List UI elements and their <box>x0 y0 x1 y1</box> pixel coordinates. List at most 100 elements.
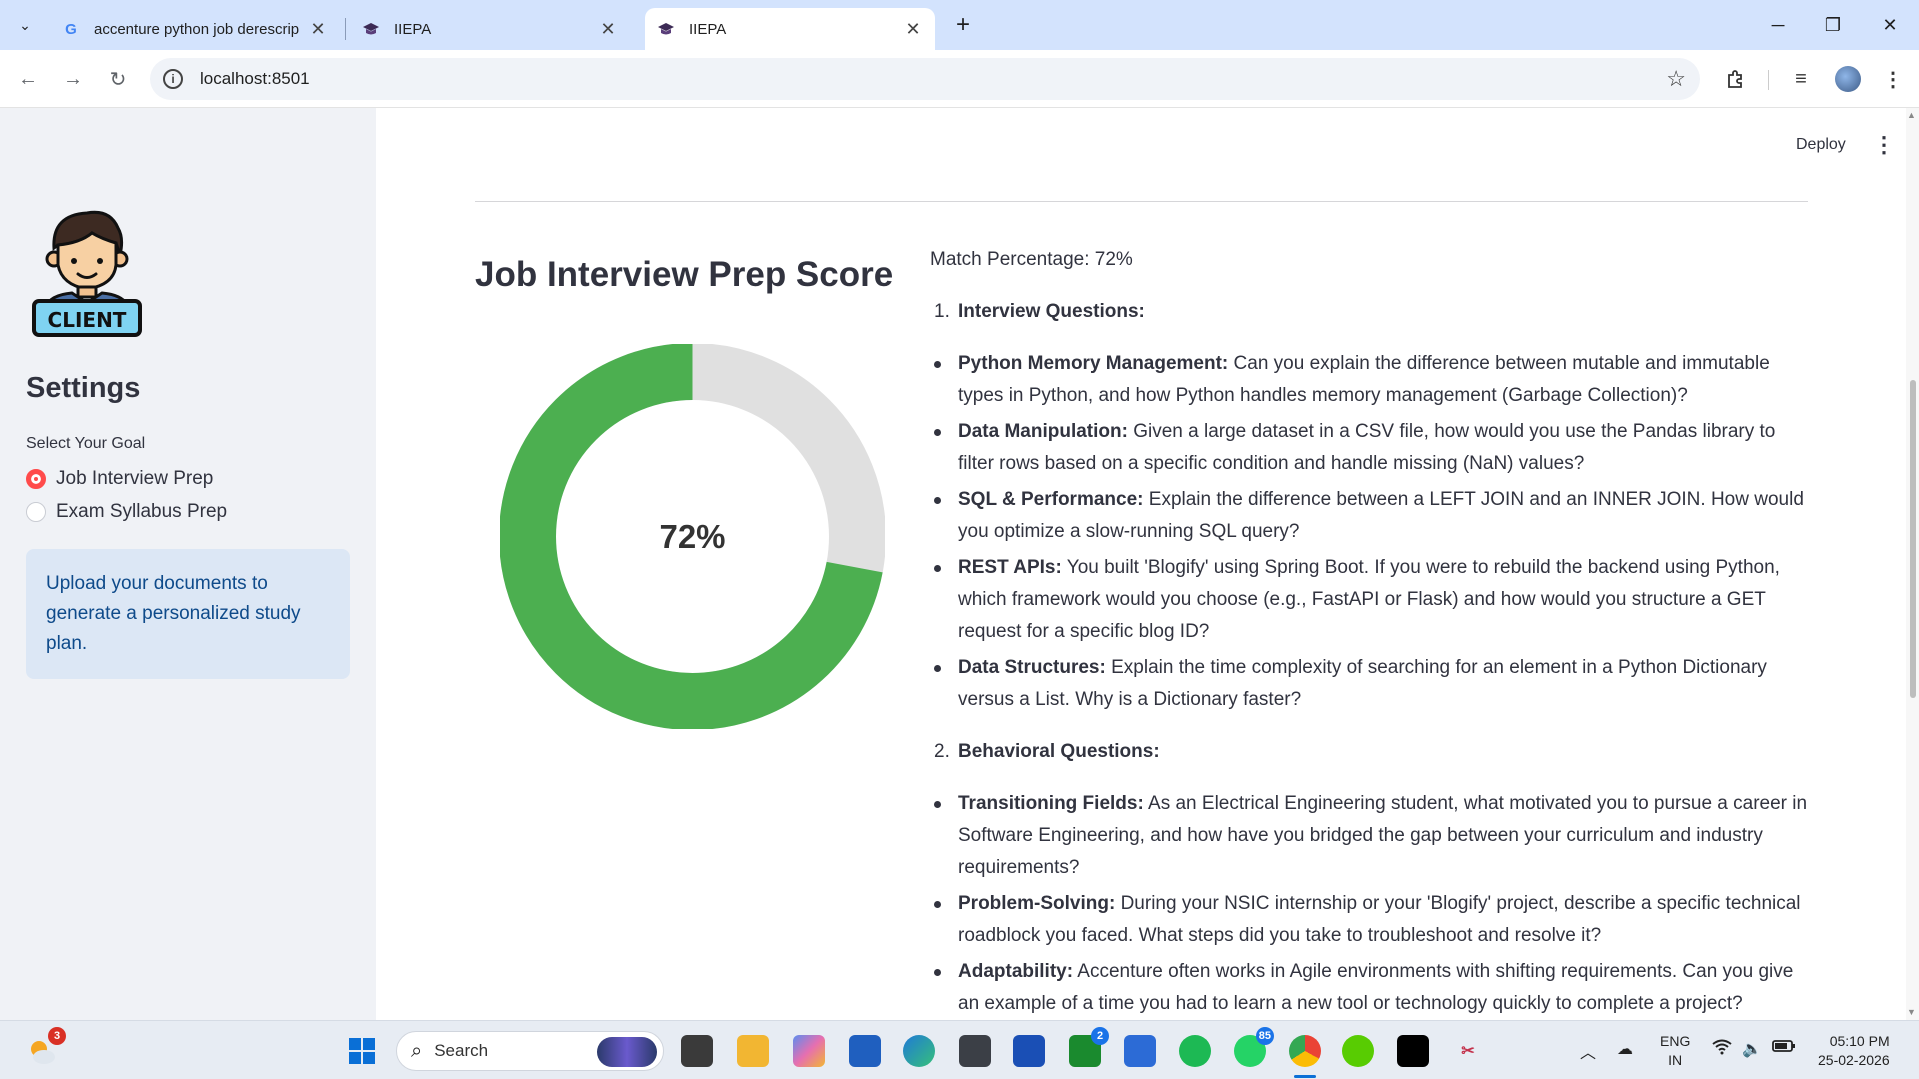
outlook-icon[interactable] <box>1124 1035 1156 1067</box>
language-indicator[interactable]: ENG IN <box>1660 1032 1690 1070</box>
settings-title: Settings <box>26 372 141 404</box>
volume-icon[interactable]: 🔈 <box>1742 1039 1762 1059</box>
whatsapp-icon[interactable]: 85 <box>1234 1027 1274 1067</box>
bookmark-star-icon[interactable]: ☆ <box>1666 66 1686 92</box>
browser-toolbar: ← → ↻ i localhost:8501 ☆ ≡ ⋮ <box>0 50 1919 108</box>
info-alert: Upload your documents to generate a pers… <box>26 549 350 679</box>
region-code: IN <box>1668 1052 1683 1068</box>
radio-selected-icon[interactable] <box>26 469 46 489</box>
weather-widget-icon[interactable]: 3 <box>26 1027 66 1067</box>
scroll-up-arrow-icon[interactable]: ▲ <box>1907 110 1916 120</box>
chrome-icon[interactable] <box>1289 1035 1321 1067</box>
battery-icon[interactable] <box>1772 1039 1796 1058</box>
xbox-icon[interactable]: 2 <box>1069 1027 1109 1067</box>
section-heading: 2. Behavioral Questions: <box>930 736 1810 768</box>
divider <box>475 201 1808 202</box>
question-topic: Adaptability: <box>958 961 1074 982</box>
google-icon: G <box>65 20 77 38</box>
address-bar[interactable]: i localhost:8501 ☆ <box>150 58 1700 100</box>
unity-hub-icon[interactable] <box>959 1035 991 1067</box>
clock-time: 05:10 PM <box>1829 1033 1890 1049</box>
system-clock[interactable]: 05:10 PM 25-02-2026 <box>1818 1032 1890 1070</box>
graduation-cap-icon <box>362 20 380 38</box>
question-item: Problem-Solving: During your NSIC intern… <box>930 888 1810 952</box>
windows-start-icon[interactable] <box>346 1035 378 1067</box>
question-item: SQL & Performance: Explain the differenc… <box>930 484 1810 548</box>
question-item: Transitioning Fields: As an Electrical E… <box>930 788 1810 884</box>
back-arrow-icon[interactable]: ← <box>13 64 43 94</box>
question-text: Accenture often works in Agile environme… <box>958 961 1794 1014</box>
match-percentage: Match Percentage: 72% <box>930 249 1133 270</box>
question-list: Transitioning Fields: As an Electrical E… <box>930 788 1810 1020</box>
copilot-icon[interactable] <box>793 1035 825 1067</box>
close-tab-icon[interactable]: ✕ <box>903 19 923 40</box>
clock-date: 25-02-2026 <box>1818 1052 1890 1068</box>
url-text[interactable]: localhost:8501 <box>200 69 310 89</box>
analysis-text: Match Percentage: 72% 1. Interview Questi… <box>930 244 1810 1040</box>
snipping-tool-icon[interactable]: ✂ <box>1452 1035 1484 1067</box>
scroll-down-arrow-icon[interactable]: ▼ <box>1907 1007 1916 1017</box>
app-menu-icon[interactable]: ⋮ <box>1873 134 1895 156</box>
question-topic: Data Structures: <box>958 657 1106 678</box>
tab-title: IIEPA <box>394 20 432 38</box>
taskbar-search[interactable]: ⌕ Search <box>396 1031 664 1071</box>
taskbar: 3 ⌕ Search 2 85 ✂ ︿ ☁ ENG IN 🔈 05:10 PM … <box>0 1020 1919 1079</box>
tab-search-chevron-icon[interactable]: ⌄ <box>10 10 40 40</box>
new-tab-plus-icon[interactable]: + <box>948 10 978 40</box>
page-scrollbar-thumb[interactable] <box>1910 380 1916 698</box>
extensions-puzzle-icon[interactable] <box>1721 64 1751 94</box>
onedrive-cloud-icon[interactable]: ☁ <box>1617 1039 1633 1059</box>
graduation-cap-icon <box>657 20 675 38</box>
sidebar: CLIENT Settings Select Your Goal Job Int… <box>0 108 376 1020</box>
forward-arrow-icon[interactable]: → <box>58 64 88 94</box>
radio-unselected-icon[interactable] <box>26 502 46 522</box>
goal-label: Select Your Goal <box>26 435 146 452</box>
question-list: Python Memory Management: Can you explai… <box>930 348 1810 716</box>
task-view-icon[interactable] <box>681 1035 713 1067</box>
tab-separator <box>345 18 346 40</box>
tab-iiepa-1[interactable]: IIEPA ✕ <box>350 8 630 50</box>
duolingo-icon[interactable] <box>1342 1035 1374 1067</box>
donut-center-label: 72% <box>659 518 725 555</box>
close-tab-icon[interactable]: ✕ <box>308 19 328 40</box>
radio-exam-syllabus-prep[interactable]: Exam Syllabus Prep <box>26 501 227 523</box>
azure-app-icon[interactable] <box>1013 1035 1045 1067</box>
tab-iiepa-active[interactable]: IIEPA ✕ <box>645 8 935 50</box>
file-explorer-icon[interactable] <box>737 1035 769 1067</box>
question-item: Python Memory Management: Can you explai… <box>930 348 1810 412</box>
radio-label[interactable]: Exam Syllabus Prep <box>56 501 227 523</box>
question-item: REST APIs: You built 'Blogify' using Spr… <box>930 552 1810 648</box>
logo-text: CLIENT <box>48 308 127 332</box>
media-control-icon[interactable]: ≡ <box>1786 64 1816 94</box>
section-heading: 1. Interview Questions: <box>930 296 1810 328</box>
radio-job-interview-prep[interactable]: Job Interview Prep <box>26 468 213 490</box>
spotify-icon[interactable] <box>1179 1035 1211 1067</box>
tab-google-search[interactable]: G accenture python job derescrip ✕ <box>50 8 340 50</box>
close-window-icon[interactable]: ✕ <box>1870 10 1910 40</box>
restore-icon[interactable]: ❐ <box>1813 10 1853 40</box>
microsoft-store-icon[interactable] <box>849 1035 881 1067</box>
show-hidden-icons-chevron-icon[interactable]: ︿ <box>1580 1039 1596 1063</box>
edge-browser-icon[interactable] <box>903 1035 935 1067</box>
radio-label[interactable]: Job Interview Prep <box>56 468 213 490</box>
section-title: Interview Questions: <box>958 301 1145 322</box>
whatsapp-badge: 85 <box>1255 1027 1274 1045</box>
question-topic: REST APIs: <box>958 557 1062 578</box>
browser-menu-icon[interactable]: ⋮ <box>1878 64 1908 94</box>
site-info-icon[interactable]: i <box>163 69 183 89</box>
minimize-icon[interactable]: ─ <box>1758 10 1798 40</box>
question-item: Data Manipulation: Given a large dataset… <box>930 416 1810 480</box>
question-topic: Problem-Solving: <box>958 893 1116 914</box>
profile-avatar-icon[interactable] <box>1835 66 1861 92</box>
pycharm-icon[interactable] <box>1397 1035 1429 1067</box>
toolbar-separator <box>1768 70 1769 90</box>
score-donut-chart: 72% <box>500 344 885 729</box>
wifi-icon[interactable] <box>1712 1039 1732 1060</box>
section-number: 1. <box>934 301 950 322</box>
question-text: You built 'Blogify' using Spring Boot. I… <box>958 557 1780 642</box>
question-topic: Data Manipulation: <box>958 421 1128 442</box>
search-highlight-image <box>597 1037 657 1067</box>
close-tab-icon[interactable]: ✕ <box>598 19 618 40</box>
deploy-button[interactable]: Deploy <box>1796 136 1846 154</box>
reload-icon[interactable]: ↻ <box>103 64 133 94</box>
